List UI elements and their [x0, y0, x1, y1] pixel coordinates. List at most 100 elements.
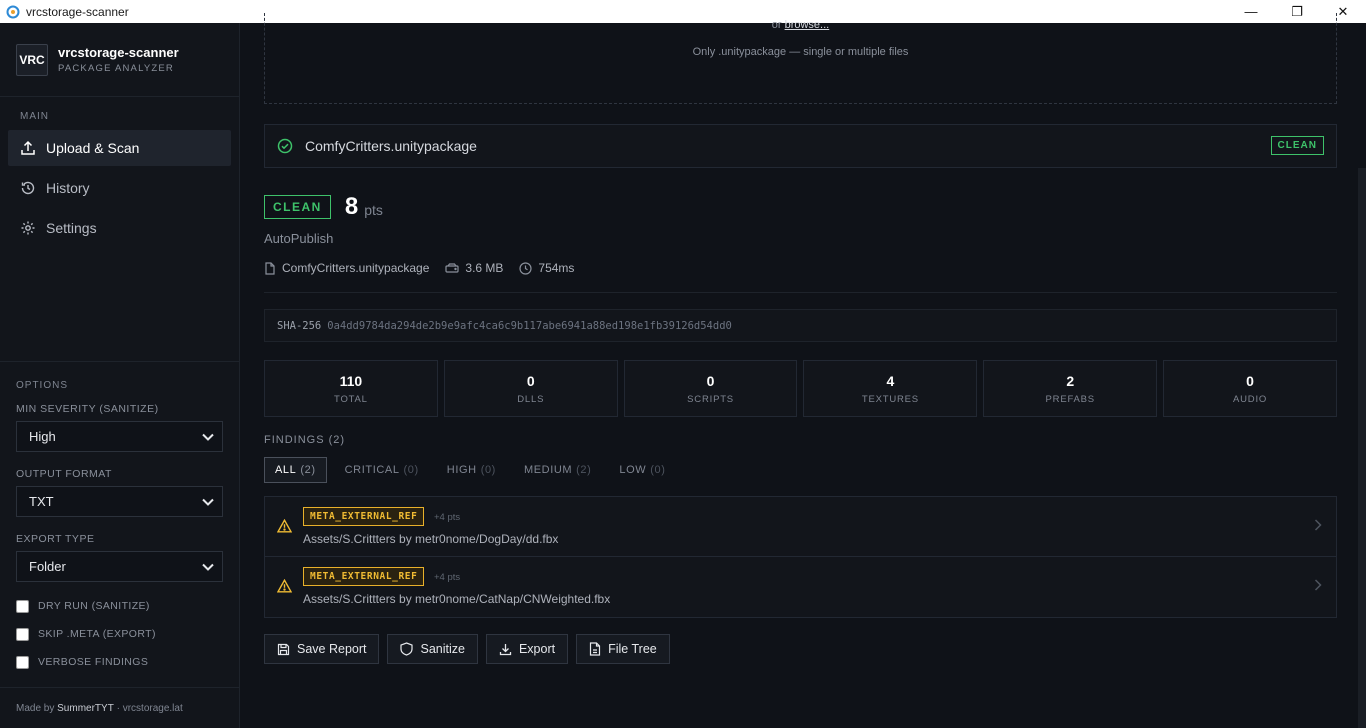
finding-points: +4 pts [434, 512, 461, 523]
findings-title: FINDINGS (2) [264, 434, 346, 446]
drive-icon [445, 262, 459, 273]
tab-critical[interactable]: CRITICAL (0) [335, 457, 429, 483]
shield-icon [400, 642, 414, 656]
tab-high[interactable]: HIGH (0) [437, 457, 506, 483]
dry-run-checkbox[interactable]: DRY RUN (SANITIZE) [0, 592, 240, 620]
dropzone-hint: Only .unitypackage — single or multiple … [692, 46, 909, 58]
publisher: AutoPublish [264, 231, 334, 246]
save-report-button[interactable]: Save Report [264, 634, 380, 664]
sidebar-footer: Made by SummerTYT · vrcstorage.lat [0, 687, 240, 728]
main-content: or browse... Only .unitypackage — single… [241, 13, 1366, 728]
tab-label: CRITICAL [344, 464, 400, 476]
verbose-findings-checkbox[interactable]: VERBOSE FINDINGS [0, 648, 240, 676]
stat-scripts: 0 SCRIPTS [623, 360, 798, 417]
file-icon [590, 642, 601, 656]
rule-badge: META_EXTERNAL_REF [303, 567, 425, 586]
sha-value[interactable]: 0a4dd9784da294de2b9e9afc4ca6c9b117abe694… [327, 320, 732, 332]
sidebar-item-label: History [46, 180, 90, 196]
export-type-value: Folder [29, 559, 66, 574]
warning-icon [277, 519, 292, 533]
checkbox[interactable] [16, 655, 29, 669]
tab-count: (2) [576, 464, 592, 476]
sidebar-item-label: Settings [46, 220, 97, 236]
stat-prefabs: 2 PREFABS [983, 360, 1158, 417]
scanned-file-row[interactable]: ComfyCritters.unitypackage CLEAN [264, 124, 1337, 168]
min-severity-select[interactable]: High [16, 421, 223, 452]
tab-count: (0) [480, 464, 496, 476]
browse-prefix: or [771, 19, 782, 31]
finding-path: Assets/S.Crittters by metr0nome/DogDay/d… [303, 532, 559, 546]
output-format-label: OUTPUT FORMAT [16, 468, 112, 480]
sidebar-item-upload-scan[interactable]: Upload & Scan [8, 130, 231, 166]
check-circle-icon [277, 138, 293, 154]
upload-icon [21, 140, 35, 155]
gear-icon [21, 221, 35, 235]
export-button[interactable]: Export [485, 634, 569, 664]
nav-section-label: MAIN [20, 111, 49, 122]
chevron-right-icon[interactable] [1314, 519, 1322, 531]
divider [264, 292, 1337, 293]
tab-all[interactable]: ALL (2) [264, 457, 327, 483]
risk-score-unit: pts [364, 202, 383, 218]
button-label: Sanitize [420, 642, 465, 656]
brand: VRC vrcstorage-scanner PACKAGE ANALYZER [0, 23, 239, 97]
checkbox[interactable] [16, 599, 29, 613]
file-meta: ComfyCritters.unitypackage 3.6 MB 754ms [264, 261, 590, 275]
stat-value: 0 [706, 372, 715, 389]
scrollbar[interactable] [1358, 168, 1366, 728]
checkbox-label: DRY RUN (SANITIZE) [38, 600, 150, 612]
download-icon [499, 643, 512, 655]
file-tree-button[interactable]: File Tree [576, 634, 670, 664]
meta-size: 3.6 MB [465, 261, 504, 275]
options-panel: OPTIONS MIN SEVERITY (SANITIZE) High OUT… [0, 361, 240, 676]
skip-meta-checkbox[interactable]: SKIP .META (EXPORT) [0, 620, 240, 648]
stats-row: 110 TOTAL 0 DLLS 0 SCRIPTS 4 TEXTURES 2 … [264, 360, 1337, 417]
meta-duration: 754ms [538, 261, 575, 275]
tab-label: HIGH [446, 464, 477, 476]
output-format-select[interactable]: TXT [16, 486, 223, 517]
history-icon [21, 181, 35, 195]
tab-label: LOW [619, 464, 647, 476]
stat-label: AUDIO [1233, 393, 1268, 405]
stat-value: 0 [526, 372, 535, 389]
tab-count: (2) [300, 464, 316, 476]
chevron-right-icon[interactable] [1314, 579, 1322, 591]
sidebar: VRC vrcstorage-scanner PACKAGE ANALYZER … [0, 23, 240, 728]
options-title: OPTIONS [16, 380, 69, 391]
sha256-row[interactable]: SHA-256 0a4dd9784da294de2b9e9afc4ca6c9b1… [264, 309, 1337, 342]
finding-path: Assets/S.Crittters by metr0nome/CatNap/C… [303, 592, 611, 606]
export-type-select[interactable]: Folder [16, 551, 223, 582]
finding-row[interactable]: META_EXTERNAL_REF +4 pts Assets/S.Crittt… [265, 557, 1336, 617]
tab-label: ALL [275, 464, 297, 476]
browse-link[interactable]: browse... [785, 19, 830, 31]
browse-line: or browse... [265, 19, 1336, 31]
save-icon [277, 643, 290, 655]
sidebar-item-settings[interactable]: Settings [8, 210, 231, 246]
rule-badge: META_EXTERNAL_REF [303, 507, 425, 526]
chevron-down-icon [202, 433, 214, 441]
stat-dlls: 0 DLLS [443, 360, 618, 417]
file-dropzone[interactable]: or browse... Only .unitypackage — single… [264, 13, 1337, 104]
scanned-file-name: ComfyCritters.unitypackage [305, 138, 477, 154]
verdict-badge: CLEAN [264, 195, 331, 219]
tab-label: MEDIUM [523, 464, 573, 476]
sidebar-item-history[interactable]: History [8, 170, 231, 206]
button-label: File Tree [608, 642, 657, 656]
window-title: vrcstorage-scanner [26, 4, 129, 19]
warning-icon [277, 579, 292, 593]
footer-site[interactable]: vrcstorage.lat [123, 703, 183, 714]
footer-author[interactable]: SummerTYT [57, 703, 114, 714]
sanitize-button[interactable]: Sanitize [387, 634, 478, 664]
stat-value: 2 [1066, 372, 1075, 389]
checkbox[interactable] [16, 627, 29, 641]
app-logo: VRC [16, 43, 48, 76]
tab-low[interactable]: LOW (0) [609, 457, 675, 483]
stat-label: TEXTURES [861, 393, 919, 405]
button-label: Export [518, 642, 556, 656]
stat-value: 110 [339, 372, 363, 389]
finding-row[interactable]: META_EXTERNAL_REF +4 pts Assets/S.Crittt… [265, 497, 1336, 557]
checkbox-label: VERBOSE FINDINGS [38, 656, 149, 668]
tab-medium[interactable]: MEDIUM (2) [514, 457, 601, 483]
button-label: Save Report [297, 642, 367, 656]
stat-label: TOTAL [334, 393, 368, 405]
